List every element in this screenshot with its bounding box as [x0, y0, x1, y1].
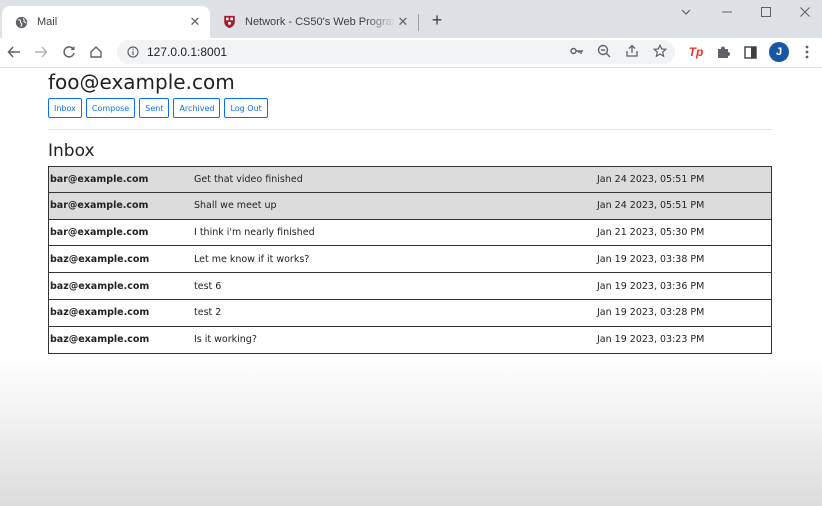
inbox-button[interactable]: Inbox: [48, 98, 82, 118]
divider: [48, 129, 772, 130]
back-arrow-icon[interactable]: [4, 42, 24, 62]
maximize-icon[interactable]: [755, 4, 777, 20]
tab-title: Mail: [37, 16, 58, 28]
email-subject: Get that video finished: [194, 173, 303, 185]
tab-network[interactable]: Network - CS50's Web Programming ✕: [212, 6, 418, 38]
tab-strip: Mail ✕ Network - CS50's Web Programming …: [0, 0, 822, 38]
extension-tp-icon[interactable]: Tp: [686, 42, 706, 62]
new-tab-plus-icon[interactable]: +: [428, 11, 446, 29]
email-sender: bar@example.com: [50, 173, 149, 185]
mailbox-title: Inbox: [48, 141, 95, 161]
email-row[interactable]: baz@example.com test 6 Jan 19 2023, 03:36 …: [48, 273, 772, 300]
email-subject: test 2: [194, 307, 222, 319]
email-row[interactable]: baz@example.com Is it working? Jan 19 2023…: [48, 326, 772, 354]
email-time: Jan 21 2023, 05:30 PM: [597, 226, 705, 238]
key-icon[interactable]: [568, 42, 586, 60]
email-sender: bar@example.com: [50, 200, 149, 212]
email-sender: baz@example.com: [50, 253, 150, 265]
forward-arrow-icon[interactable]: [31, 42, 51, 62]
email-row[interactable]: bar@example.com Get that video finished Ja…: [48, 166, 772, 193]
email-time: Jan 19 2023, 03:28 PM: [597, 307, 705, 319]
tab-search-chevron-icon[interactable]: [675, 4, 697, 20]
email-sender: baz@example.com: [50, 280, 150, 292]
email-sender: bar@example.com: [50, 226, 149, 238]
tab-title: Network - CS50's Web Programming: [245, 16, 396, 28]
url-text: 127.0.0.1:8001: [147, 45, 228, 59]
avatar-initial: J: [775, 46, 783, 58]
email-time: Jan 19 2023, 03:38 PM: [597, 253, 705, 265]
email-row[interactable]: baz@example.com Let me know if it works? J…: [48, 246, 772, 274]
emails-list: bar@example.com Get that video finished Ja…: [48, 166, 772, 354]
email-time: Jan 24 2023, 05:51 PM: [597, 173, 705, 185]
share-icon[interactable]: [623, 42, 641, 60]
close-tab-icon[interactable]: ✕: [188, 14, 202, 29]
tab-mail[interactable]: Mail ✕: [2, 6, 210, 38]
zoom-icon[interactable]: [595, 42, 613, 60]
mail-nav: Inbox Compose Sent Archived Log Out: [48, 98, 268, 118]
menu-kebab-icon[interactable]: [797, 42, 817, 62]
close-tab-icon[interactable]: ✕: [396, 14, 410, 29]
address-bar[interactable]: 127.0.0.1:8001: [117, 40, 675, 64]
email-row[interactable]: bar@example.com I think i'm nearly finish…: [48, 219, 772, 247]
email-subject: Is it working?: [194, 334, 257, 346]
profile-avatar[interactable]: J: [769, 42, 789, 62]
close-window-icon[interactable]: [794, 4, 816, 20]
page-content: foo@example.com Inbox Compose Sent Archi…: [0, 68, 822, 506]
sent-button[interactable]: Sent: [139, 98, 170, 118]
email-time: Jan 19 2023, 03:23 PM: [597, 334, 705, 346]
site-info-icon[interactable]: [127, 46, 139, 58]
extensions-puzzle-icon[interactable]: [713, 42, 733, 62]
email-time: Jan 24 2023, 05:51 PM: [597, 200, 705, 212]
harvard-shield-icon: [222, 15, 236, 29]
tab-separator: [418, 14, 419, 31]
email-subject: Shall we meet up: [194, 200, 277, 212]
reload-icon[interactable]: [59, 42, 79, 62]
email-subject: test 6: [194, 280, 222, 292]
bookmark-star-icon[interactable]: [651, 42, 669, 60]
email-sender: baz@example.com: [50, 307, 150, 319]
compose-button[interactable]: Compose: [85, 98, 136, 118]
logout-button[interactable]: Log Out: [224, 98, 268, 118]
user-email-heading: foo@example.com: [48, 70, 235, 94]
globe-icon: [14, 15, 28, 29]
archived-button[interactable]: Archived: [173, 98, 221, 118]
email-time: Jan 19 2023, 03:36 PM: [597, 280, 705, 292]
email-row[interactable]: bar@example.com Shall we meet up Jan 24 20…: [48, 192, 772, 220]
side-panel-icon[interactable]: [740, 42, 760, 62]
email-row[interactable]: baz@example.com test 2 Jan 19 2023, 03:28 …: [48, 299, 772, 327]
email-subject: I think i'm nearly finished: [194, 226, 315, 238]
email-subject: Let me know if it works?: [194, 253, 310, 265]
minimize-icon[interactable]: [716, 4, 738, 20]
browser-toolbar: 127.0.0.1:8001 Tp J: [0, 38, 822, 68]
home-icon[interactable]: [86, 42, 106, 62]
extension-tp-label: Tp: [688, 45, 704, 59]
email-sender: baz@example.com: [50, 334, 150, 346]
